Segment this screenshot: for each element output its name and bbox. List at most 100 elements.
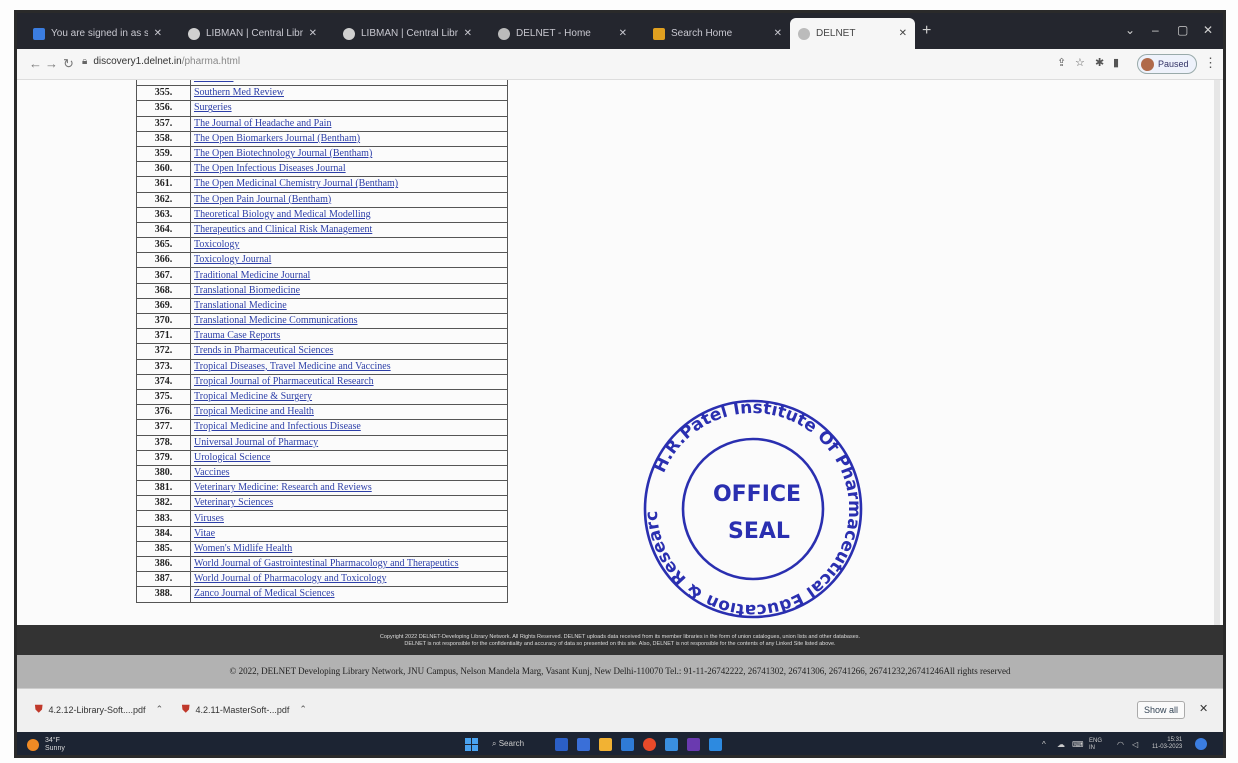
close-icon[interactable]: ✕ (464, 28, 472, 39)
journal-link[interactable]: Surgeries (194, 102, 232, 113)
weather-widget[interactable]: 34°F Sunny (27, 737, 65, 753)
sidebar-icon[interactable]: ▮ (1113, 56, 1119, 69)
star-icon[interactable]: ☆ (1075, 56, 1085, 69)
tab-favicon-icon (798, 27, 810, 40)
journal-link[interactable]: The Open Biomarkers Journal (Bentham) (194, 133, 360, 144)
notification-icon[interactable] (1195, 738, 1207, 750)
tab[interactable]: You are signed in as staff ✕ (25, 18, 170, 49)
table-row: 382. Veterinary Sciences (136, 495, 508, 512)
show-all-button[interactable]: Show all (1137, 701, 1186, 719)
journal-link[interactable]: Tropical Medicine & Surgery (194, 391, 312, 402)
journal-link[interactable]: Traditional Medicine Journal (194, 270, 310, 281)
journal-link[interactable]: Southern Med Review (194, 87, 284, 98)
journal-link[interactable]: Translational Medicine Communications (194, 315, 358, 326)
journal-link[interactable]: Vaccines (194, 467, 230, 478)
journal-link[interactable]: Viruses (194, 513, 224, 524)
kebab-menu-icon[interactable]: ⋮ (1204, 55, 1217, 71)
table-row: 369. Translational Medicine (136, 297, 508, 315)
journal-link[interactable]: Therapeutics and Clinical Risk Managemen… (194, 224, 372, 235)
tab-strip: You are signed in as staff ✕ LIBMAN | Ce… (17, 13, 1223, 49)
close-icon[interactable]: ✕ (899, 28, 907, 39)
tab[interactable]: Search Home ✕ (645, 18, 790, 49)
photos-icon[interactable] (665, 738, 678, 751)
language-indicator[interactable]: ENG IN (1089, 738, 1102, 752)
journal-link[interactable]: The Open Biotechnology Journal (Bentham) (194, 148, 372, 159)
back-arrow-icon[interactable]: ← (29, 56, 42, 71)
journal-link[interactable]: Toxicology (194, 239, 239, 250)
journal-link[interactable]: Zanco Journal of Medical Sciences (194, 588, 335, 599)
office-seal-stamp: H.R.Patel Institute Of Pharmaceutical Ed… (637, 398, 864, 620)
file-explorer-icon[interactable] (599, 738, 612, 751)
share-icon[interactable]: ⇪ (1057, 56, 1066, 69)
journal-link[interactable]: The Journal of Headache and Pain (194, 118, 331, 129)
journal-link[interactable]: Trends in Pharmaceutical Sciences (194, 345, 333, 356)
journal-cell: Zanco Journal of Medical Sciences (190, 586, 508, 603)
journal-link[interactable]: Vitae (194, 528, 215, 539)
word-icon[interactable] (709, 738, 722, 751)
table-row: 368. Translational Biomedicine (136, 282, 508, 299)
table-row: 379. Urological Science (136, 449, 508, 466)
journal-link[interactable]: Trauma Case Reports (194, 330, 280, 341)
forward-arrow-icon[interactable]: → (45, 56, 58, 71)
tab[interactable]: LIBMAN | Central Library ✕ (180, 18, 325, 49)
close-icon[interactable]: ✕ (619, 28, 627, 39)
journal-link[interactable]: The Open Pain Journal (Bentham) (194, 194, 331, 205)
close-icon[interactable]: ✕ (309, 28, 317, 39)
task-view-icon[interactable] (555, 738, 568, 751)
close-icon[interactable]: ✕ (774, 28, 782, 39)
journal-link[interactable]: The Open Medicinal Chemistry Journal (Be… (194, 178, 398, 189)
journal-link[interactable]: Translational Medicine (194, 300, 287, 311)
close-window-icon[interactable]: ✕ (1203, 23, 1213, 37)
minimize-icon[interactable]: – (1152, 23, 1159, 37)
extensions-icon[interactable]: ✱ (1095, 56, 1104, 69)
journal-link[interactable]: World Journal of Gastrointestinal Pharma… (194, 558, 459, 569)
clock[interactable]: 15:31 11-03-2023 (1152, 737, 1182, 751)
tab[interactable]: LIBMAN | Central Library ✕ (335, 18, 480, 49)
photoshop-icon[interactable] (687, 738, 700, 751)
journal-link[interactable]: Urological Science (194, 452, 270, 463)
close-icon[interactable]: ✕ (1199, 702, 1208, 715)
volume-icon[interactable]: ◁ (1132, 740, 1138, 749)
profile-button[interactable]: Paused (1137, 54, 1197, 74)
table-row: 366. Toxicology Journal (136, 252, 508, 269)
reload-icon[interactable]: ↻ (63, 56, 74, 72)
restore-icon[interactable]: ▢ (1177, 23, 1188, 37)
tray-chevron-icon[interactable]: ^ (1042, 740, 1046, 749)
journal-link[interactable]: Tropical Medicine and Health (194, 406, 314, 417)
journal-link[interactable]: The Open Infectious Diseases Journal (194, 163, 346, 174)
chevron-up-icon[interactable]: ⌃ (299, 704, 307, 715)
tab-title: DELNET (816, 28, 856, 39)
chevron-up-icon[interactable]: ⌃ (156, 704, 164, 715)
journal-link[interactable]: Tropical Diseases, Travel Medicine and V… (194, 361, 391, 372)
journal-link[interactable]: Universal Journal of Pharmacy (194, 437, 318, 448)
wifi-icon[interactable]: ◠ (1117, 740, 1124, 749)
tab[interactable]: DELNET - Home ✕ (490, 18, 635, 49)
journal-link[interactable]: Veterinary Medicine: Research and Review… (194, 482, 372, 493)
close-icon[interactable]: ✕ (154, 28, 162, 39)
download-filename: 4.2.11-MasterSoft-...pdf (195, 704, 290, 715)
journal-link[interactable]: Toxicology Journal (194, 254, 271, 265)
tab-search-icon[interactable]: ⌄ (1125, 23, 1135, 37)
journal-link[interactable]: Women's Midlife Health (194, 543, 292, 554)
chat-icon[interactable] (577, 738, 590, 751)
journal-link[interactable]: Translational Biomedicine (194, 285, 300, 296)
journal-link[interactable]: Simbiosis (194, 80, 233, 83)
download-item[interactable]: ⛊ 4.2.11-MasterSoft-...pdf ⌃ (182, 704, 307, 715)
journal-link[interactable]: Veterinary Sciences (194, 497, 273, 508)
windows-start-icon[interactable] (465, 738, 478, 751)
new-tab-icon[interactable]: + (922, 22, 931, 40)
journal-link[interactable]: Tropical Journal of Pharmaceutical Resea… (194, 376, 374, 387)
keyboard-icon[interactable]: ⌨ (1072, 740, 1084, 749)
mail-icon[interactable] (621, 738, 634, 751)
download-item[interactable]: ⛊ 4.2.12-Library-Soft....pdf ⌃ (35, 704, 163, 715)
taskbar-search[interactable]: ⌕ Search (492, 739, 524, 749)
journal-cell: The Open Infectious Diseases Journal (190, 161, 508, 178)
journal-link[interactable]: Tropical Medicine and Infectious Disease (194, 421, 361, 432)
scrollbar[interactable] (1214, 80, 1220, 625)
journal-link[interactable]: Theoretical Biology and Medical Modellin… (194, 209, 371, 220)
tab-active[interactable]: DELNET ✕ (790, 18, 915, 49)
journal-link[interactable]: World Journal of Pharmacology and Toxico… (194, 573, 386, 584)
cloud-icon[interactable]: ☁ (1057, 740, 1065, 749)
url-field[interactable]: 🔒︎ discovery1.delnet.in/pharma.html (82, 56, 240, 67)
chrome-icon[interactable] (643, 738, 656, 751)
